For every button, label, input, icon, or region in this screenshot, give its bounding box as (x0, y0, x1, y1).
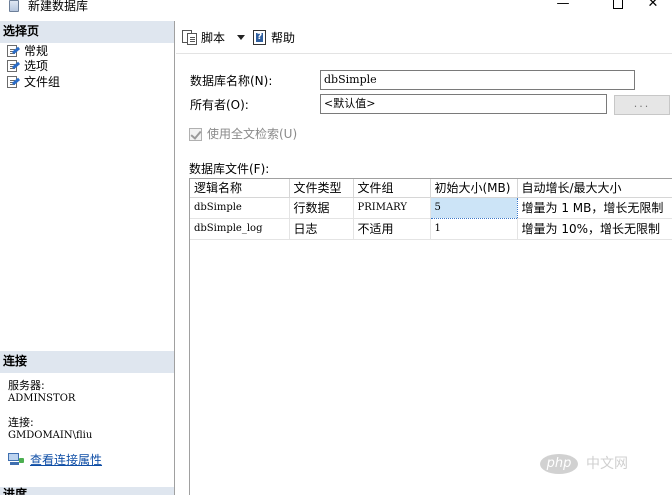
maximize-icon (613, 0, 623, 9)
connection-header: 连接 (0, 351, 174, 373)
table-row[interactable]: dbSimple 行数据 PRIMARY 5 增量为 1 MB，增长无限制 (190, 196, 672, 219)
page-filegroups-label: 文件组 (24, 75, 61, 89)
page-general[interactable]: 常规 (6, 44, 48, 59)
connection-properties-icon (8, 453, 24, 467)
minimize-button[interactable]: — (540, 0, 586, 14)
autogrowth-cell[interactable]: 增量为 1 MB，增长无限制 (517, 197, 672, 219)
column-header[interactable]: 文件类型 (289, 179, 354, 198)
title-bar: 新建数据库 — ✕ (0, 0, 672, 14)
page-settings-icon (6, 45, 21, 57)
column-header[interactable]: 文件组 (353, 179, 431, 198)
db-name-input[interactable]: dbSimple (320, 70, 635, 90)
toolbar: 脚本 帮助 (176, 21, 672, 54)
logical-name-cell[interactable]: dbSimple_log (190, 218, 290, 240)
db-files-label: 数据库文件(F): (189, 162, 270, 176)
connection-label: 连接: (8, 416, 34, 429)
page-options[interactable]: 选项 (6, 59, 48, 74)
page-general-label: 常规 (24, 44, 49, 58)
owner-label: 所有者(O): (190, 98, 249, 112)
filegroup-cell[interactable]: PRIMARY (353, 197, 431, 219)
script-button[interactable]: 脚本 (182, 29, 225, 47)
file-type-cell[interactable]: 日志 (289, 218, 354, 240)
file-type-cell[interactable]: 行数据 (289, 197, 354, 219)
page-options-label: 选项 (24, 59, 49, 73)
fulltext-label: 使用全文检索(U) (207, 127, 298, 141)
select-page-header: 选择页 (0, 21, 174, 43)
column-header[interactable]: 逻辑名称 (190, 179, 290, 198)
database-icon (9, 0, 19, 12)
view-connection-properties-link[interactable]: 查看连接属性 (30, 451, 102, 468)
server-label: 服务器: (8, 379, 45, 392)
script-dropdown-button[interactable] (235, 30, 247, 44)
autogrowth-cell[interactable]: 增量为 10%，增长无限制 (517, 218, 672, 240)
column-header[interactable]: 初始大小(MB) (430, 179, 518, 198)
owner-input[interactable]: <默认值> (320, 94, 607, 114)
script-icon (182, 30, 198, 45)
connection-value: GMDOMAIN\fliu (8, 430, 93, 441)
left-pane: 选择页 常规 选项 文件组 连接 服务器: ADMINSTOR 连接: GMDO… (0, 21, 175, 495)
database-files-grid: 逻辑名称 文件类型 文件组 初始大小(MB) 自动增长/最大大小 dbSimpl… (189, 178, 672, 495)
db-name-label: 数据库名称(N): (190, 74, 273, 88)
filegroup-cell[interactable]: 不适用 (353, 218, 431, 240)
logical-name-cell[interactable]: dbSimple (190, 197, 290, 219)
page-filegroups[interactable]: 文件组 (6, 75, 60, 90)
initial-size-cell[interactable]: 1 (430, 218, 518, 240)
initial-size-cell[interactable]: 5 (429, 196, 518, 219)
watermark-logo: php (540, 454, 578, 474)
close-button[interactable]: ✕ (630, 0, 672, 14)
script-label: 脚本 (201, 31, 226, 45)
help-button[interactable]: 帮助 (253, 29, 295, 47)
help-label: 帮助 (271, 31, 296, 45)
chevron-down-icon (237, 35, 245, 40)
watermark-text: 中文网 (586, 456, 628, 472)
page-settings-icon (6, 76, 21, 88)
help-icon (253, 30, 267, 45)
table-row[interactable]: dbSimple_log 日志 不适用 1 增量为 10%，增长无限制 (190, 218, 672, 240)
window-title: 新建数据库 (28, 0, 89, 13)
page-settings-icon (6, 60, 21, 72)
progress-header: 进度 (0, 487, 174, 495)
column-header[interactable]: 自动增长/最大大小 (517, 179, 672, 198)
grid-header-row: 逻辑名称 文件类型 文件组 初始大小(MB) 自动增长/最大大小 (190, 179, 672, 198)
server-value: ADMINSTOR (8, 393, 76, 404)
watermark: php 中文网 (540, 451, 672, 477)
owner-browse-button[interactable]: ... (614, 95, 670, 115)
fulltext-checkbox[interactable] (189, 128, 202, 141)
